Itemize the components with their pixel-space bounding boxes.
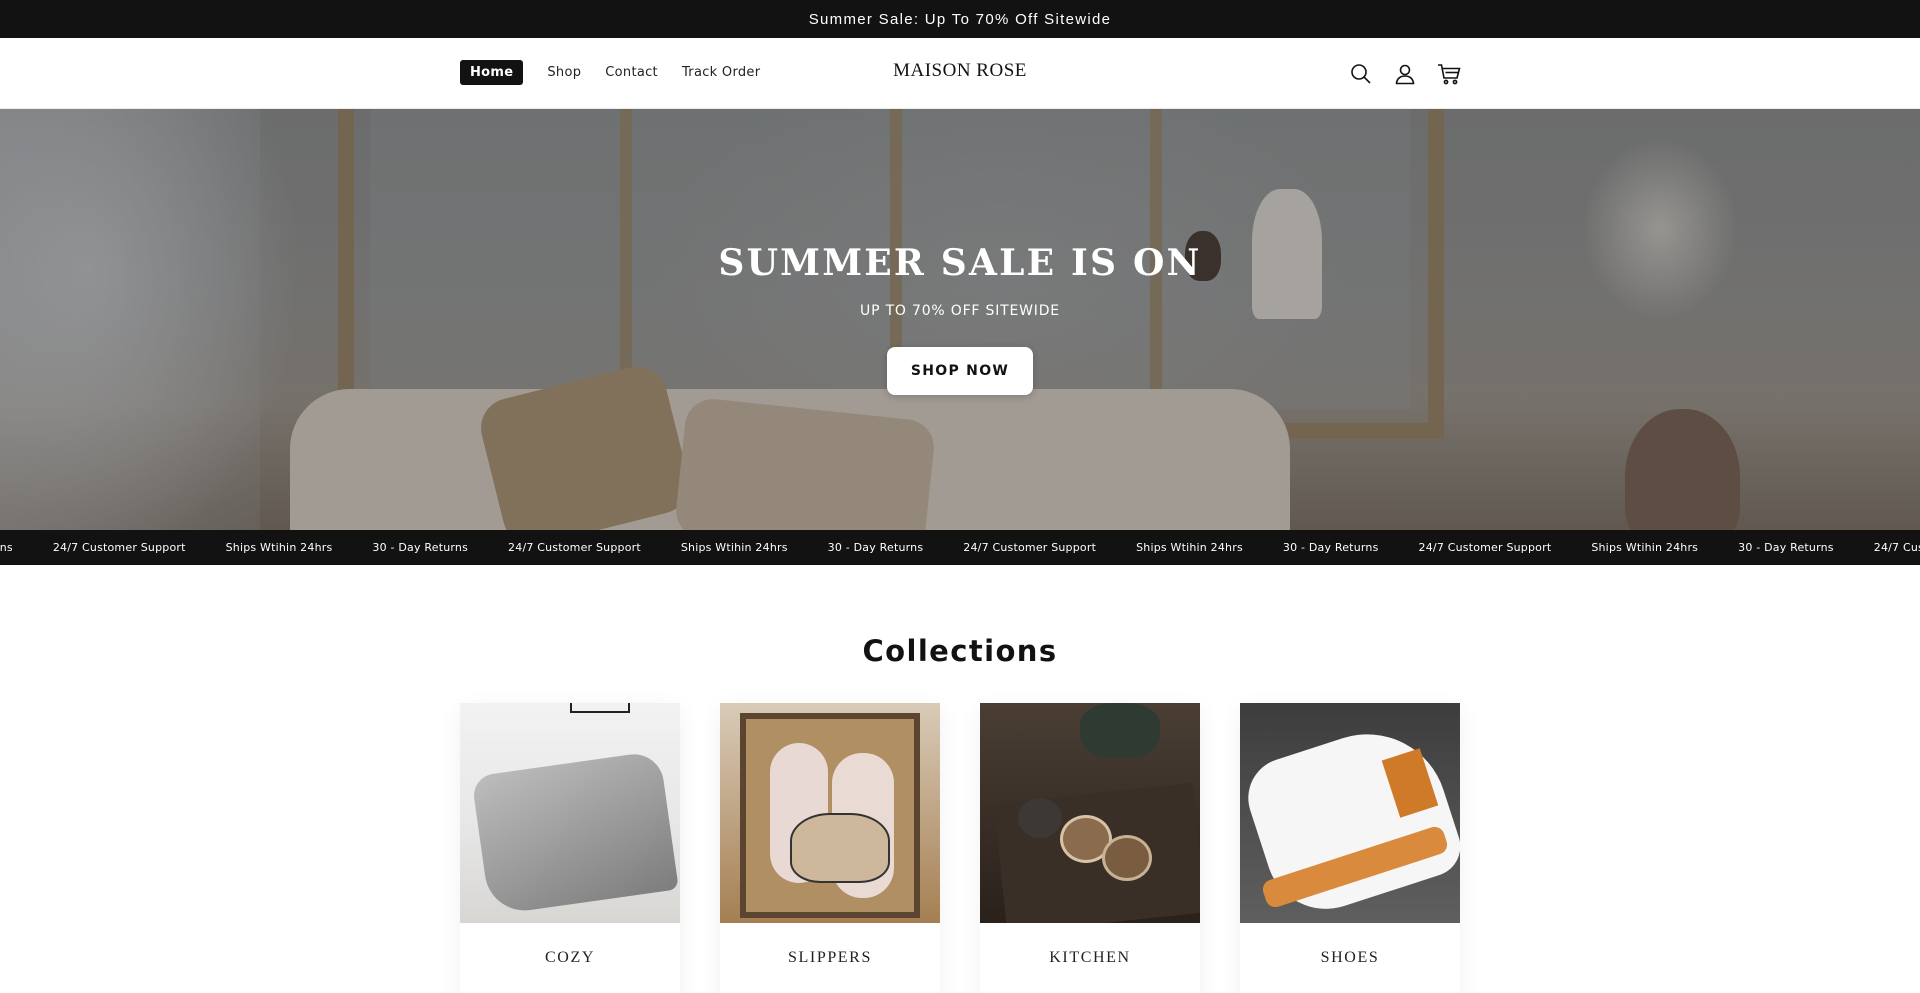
collection-image-cozy (460, 703, 680, 923)
brand-logo[interactable]: MAISON ROSE (893, 60, 1027, 81)
marquee-item: Ships Wtihin 24hrs (225, 541, 333, 554)
marquee-item: 30 - Day Returns (1282, 541, 1379, 554)
marquee-item: 24/7 Customer Support (1418, 541, 1552, 554)
marquee-item: Ships Wtihin 24hrs (680, 541, 788, 554)
shop-now-button[interactable]: SHOP NOW (887, 347, 1033, 395)
collection-card-kitchen[interactable]: KITCHEN (980, 703, 1200, 993)
hero-subtitle: UP TO 70% OFF SITEWIDE (860, 303, 1060, 319)
marquee-item: 30 - Day Returns (1738, 541, 1834, 554)
marquee-item: 24/7 Customer Support (508, 541, 641, 554)
collection-label: SHOES (1320, 949, 1380, 966)
collection-card-slippers[interactable]: SLIPPERS (720, 703, 940, 993)
collection-label: COZY (545, 949, 595, 966)
collection-image-shoes (1240, 703, 1460, 923)
marquee-item: 24/7 Customer Support (52, 541, 186, 554)
collection-card-shoes[interactable]: SHOES (1240, 703, 1460, 993)
collections-grid: COZY SLIPPERS KITCHEN SHOES (460, 703, 1500, 993)
benefits-marquee: urns 24/7 Customer Support Ships Wtihin … (0, 530, 1920, 565)
image-detail (1102, 835, 1152, 881)
hero-content: SUMMER SALE IS ON UP TO 70% OFF SITEWIDE… (0, 109, 1920, 530)
marquee-track: urns 24/7 Customer Support Ships Wtihin … (0, 530, 1920, 565)
collection-label: KITCHEN (1049, 949, 1131, 966)
marquee-item: urns (0, 541, 13, 554)
announcement-text: Summer Sale: Up To 70% Off Sitewide (808, 10, 1112, 28)
account-icon[interactable] (1391, 60, 1419, 88)
collection-card-cozy[interactable]: COZY (460, 703, 680, 993)
cart-icon[interactable] (1435, 60, 1463, 88)
image-detail (570, 703, 630, 713)
collections-heading: Collections (862, 634, 1058, 668)
marquee-item: Ships Wtihin 24hrs (1136, 541, 1243, 554)
header-icons (1347, 60, 1479, 88)
hero-title: SUMMER SALE IS ON (718, 242, 1202, 284)
collection-image-kitchen (980, 703, 1200, 923)
marquee-item: 24/7 Customer Support (963, 541, 1097, 554)
marquee-item: 24/7 Customer Support (1873, 541, 1920, 554)
image-detail (790, 813, 890, 883)
image-detail (1018, 798, 1062, 838)
collection-image-slippers (720, 703, 940, 923)
marquee-item: 30 - Day Returns (827, 541, 924, 554)
site-header: Home Shop Contact Track Order MAISON ROS… (0, 38, 1920, 109)
image-detail (471, 750, 679, 916)
search-icon[interactable] (1347, 60, 1375, 88)
marquee-item: 30 - Day Returns (372, 541, 469, 554)
announcement-bar: Summer Sale: Up To 70% Off Sitewide (0, 0, 1920, 38)
image-detail (1080, 703, 1160, 758)
brand-logo-wrap: MAISON ROSE (0, 60, 1920, 82)
collection-label: SLIPPERS (788, 949, 872, 966)
marquee-item: Ships Wtihin 24hrs (1591, 541, 1699, 554)
